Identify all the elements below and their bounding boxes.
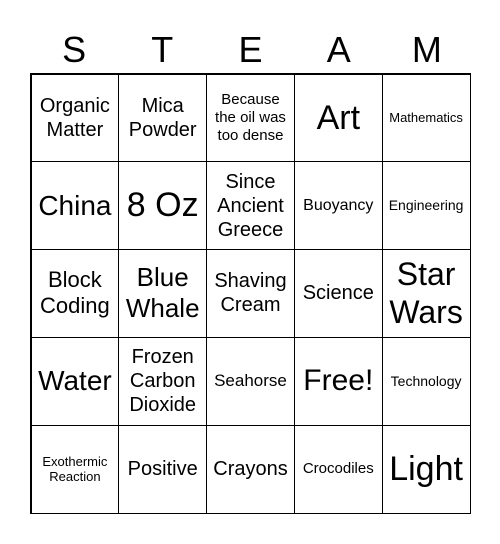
bingo-cell[interactable]: Mica Powder (118, 73, 208, 163)
bingo-cell[interactable]: Seahorse (206, 336, 295, 426)
cell-label: Mica Powder (128, 94, 197, 141)
bingo-cell[interactable]: Crayons (206, 424, 295, 514)
cell-label: Buoyancy (303, 197, 374, 215)
bingo-cell[interactable]: Crocodiles (293, 424, 383, 514)
header-letter-m: M (411, 29, 442, 70)
cell-label: Organic Matter (39, 94, 110, 141)
cell-label: Positive (127, 458, 198, 481)
bingo-cell[interactable]: Organic Matter (30, 73, 120, 163)
header-letter-t: T (151, 29, 174, 70)
bingo-cell[interactable]: Art (293, 73, 383, 163)
bingo-cell[interactable]: Shaving Cream (206, 249, 295, 338)
cell-label: Blue Whale (125, 262, 200, 324)
cell-label: Water (38, 365, 112, 397)
bingo-cell[interactable]: Engineering (381, 161, 471, 251)
cell-label: Free! (303, 364, 374, 398)
header-letter-s: S (62, 29, 87, 70)
cell-label: Frozen Carbon Dioxide (129, 346, 197, 417)
bingo-cell[interactable]: Science (293, 249, 383, 338)
header-letter-a: A (326, 29, 351, 70)
bingo-cell[interactable]: Water (30, 336, 120, 426)
bingo-cell[interactable]: Since Ancient Greece (206, 161, 295, 251)
bingo-cell[interactable]: Exothermic Reaction (30, 424, 120, 514)
bingo-cell[interactable]: China (30, 161, 120, 251)
bingo-cell[interactable]: Technology (381, 336, 471, 426)
bingo-cell[interactable]: Star Wars (381, 249, 471, 338)
cell-label: Seahorse (214, 371, 287, 391)
cell-label: 8 Oz (126, 186, 199, 225)
bingo-cell[interactable]: Frozen Carbon Dioxide (118, 336, 208, 426)
cell-label: China (38, 189, 112, 221)
bingo-cell[interactable]: Because the oil was too dense (206, 73, 295, 163)
cell-label: Science (302, 282, 374, 305)
bingo-cell[interactable]: Buoyancy (293, 161, 383, 251)
cell-label: Block Coding (40, 267, 110, 319)
cell-label: Since Ancient Greece (217, 170, 284, 241)
cell-label: Shaving Cream (214, 270, 287, 317)
cell-label: Crocodiles (302, 460, 374, 478)
bingo-cell[interactable]: Block Coding (30, 249, 120, 338)
header-letter-e: E (238, 29, 263, 70)
bingo-cell[interactable]: Free! (293, 336, 383, 426)
cell-label: Mathematics (389, 110, 463, 126)
cell-label: Art (316, 98, 361, 137)
bingo-cell[interactable]: Blue Whale (118, 249, 208, 338)
cell-label: Because the oil was too dense (215, 90, 286, 144)
cell-label: Crayons (213, 458, 288, 481)
bingo-grid: Organic Matter Mica Powder Because the oil… (30, 73, 471, 514)
bingo-cell[interactable]: Positive (118, 424, 208, 514)
cell-label: Technology (390, 372, 462, 389)
bingo-header: S T E A M (30, 28, 471, 72)
cell-label: Light (389, 449, 463, 488)
cell-label: Exothermic Reaction (42, 453, 108, 485)
cell-label: Engineering (388, 197, 464, 214)
cell-label: Star Wars (389, 256, 463, 331)
bingo-cell[interactable]: 8 Oz (118, 161, 208, 251)
bingo-cell[interactable]: Mathematics (381, 73, 471, 163)
bingo-cell[interactable]: Light (381, 424, 471, 514)
